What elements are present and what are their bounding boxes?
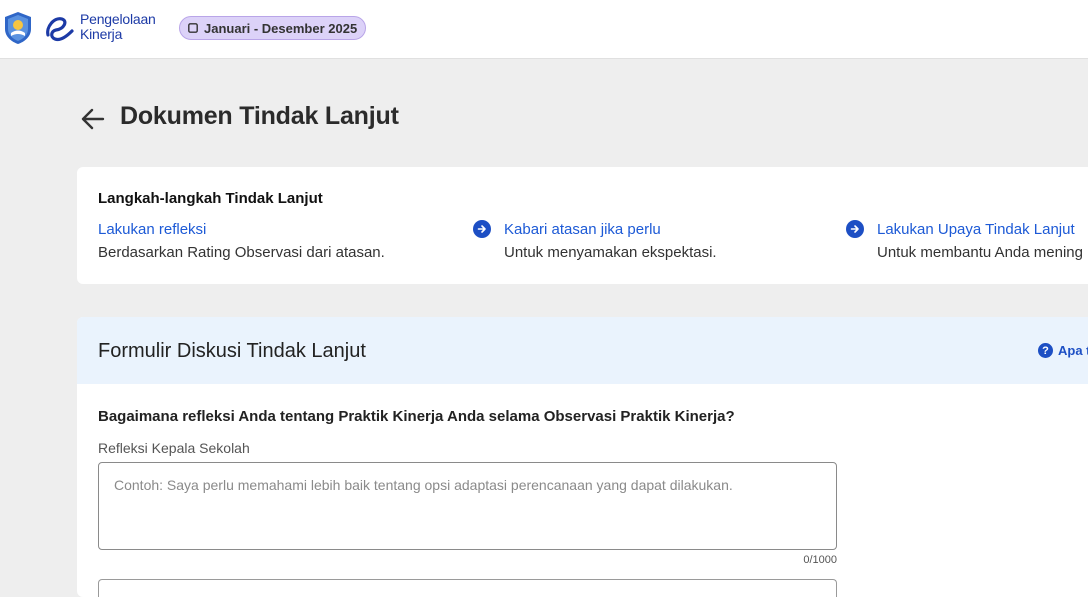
step-description: Untuk menyamakan ekspektasi. bbox=[504, 244, 717, 261]
government-emblem-icon bbox=[5, 12, 31, 44]
character-counter: 0/1000 bbox=[803, 554, 837, 566]
reflection-question: Bagaimana refleksi Anda tentang Praktik … bbox=[98, 408, 735, 425]
app-name[interactable]: Pengelolaan Kinerja bbox=[80, 12, 156, 42]
step-item-inform-supervisor: Kabari atasan jika perlu Untuk menyamaka… bbox=[504, 221, 717, 261]
step-description: Berdasarkan Rating Observasi dari atasan… bbox=[98, 244, 385, 261]
calendar-icon bbox=[188, 23, 198, 33]
reflection-textarea[interactable] bbox=[98, 462, 837, 550]
period-label: Januari - Desember 2025 bbox=[204, 20, 358, 36]
app-name-line2: Kinerja bbox=[80, 26, 123, 42]
step-description: Untuk membantu Anda mening bbox=[877, 244, 1083, 261]
period-badge[interactable]: Januari - Desember 2025 bbox=[179, 16, 367, 40]
arrow-right-circle-icon bbox=[846, 220, 864, 238]
arrow-right-circle-icon bbox=[473, 220, 491, 238]
follow-up-discussion-form: Formulir Diskusi Tindak Lanjut ? Apa t B… bbox=[77, 317, 1088, 597]
arrow-left-icon[interactable] bbox=[80, 106, 106, 132]
steps-heading: Langkah-langkah Tindak Lanjut bbox=[98, 190, 323, 207]
form-header: Formulir Diskusi Tindak Lanjut ? Apa t bbox=[77, 317, 1088, 384]
page-title: Dokumen Tindak Lanjut bbox=[120, 102, 399, 130]
form-title: Formulir Diskusi Tindak Lanjut bbox=[98, 340, 366, 362]
step-title: Kabari atasan jika perlu bbox=[504, 221, 661, 238]
pengelolaan-kinerja-logo-icon[interactable] bbox=[44, 13, 76, 45]
step-title: Lakukan Upaya Tindak Lanjut bbox=[877, 221, 1075, 238]
app-name-line1: Pengelolaan bbox=[80, 11, 156, 27]
question-circle-icon: ? bbox=[1038, 343, 1053, 358]
help-link[interactable]: ? Apa t bbox=[1038, 343, 1088, 358]
step-item-reflection: Lakukan refleksi Berdasarkan Rating Obse… bbox=[98, 221, 385, 261]
help-link-label: Apa t bbox=[1058, 343, 1088, 358]
step-title: Lakukan refleksi bbox=[98, 221, 207, 238]
top-bar: Pengelolaan Kinerja Januari - Desember 2… bbox=[0, 0, 1088, 59]
reflection-field-label: Refleksi Kepala Sekolah bbox=[98, 440, 250, 456]
steps-card: Langkah-langkah Tindak Lanjut Lakukan re… bbox=[77, 167, 1088, 284]
step-item-follow-up-effort: Lakukan Upaya Tindak Lanjut Untuk memban… bbox=[877, 221, 1083, 261]
